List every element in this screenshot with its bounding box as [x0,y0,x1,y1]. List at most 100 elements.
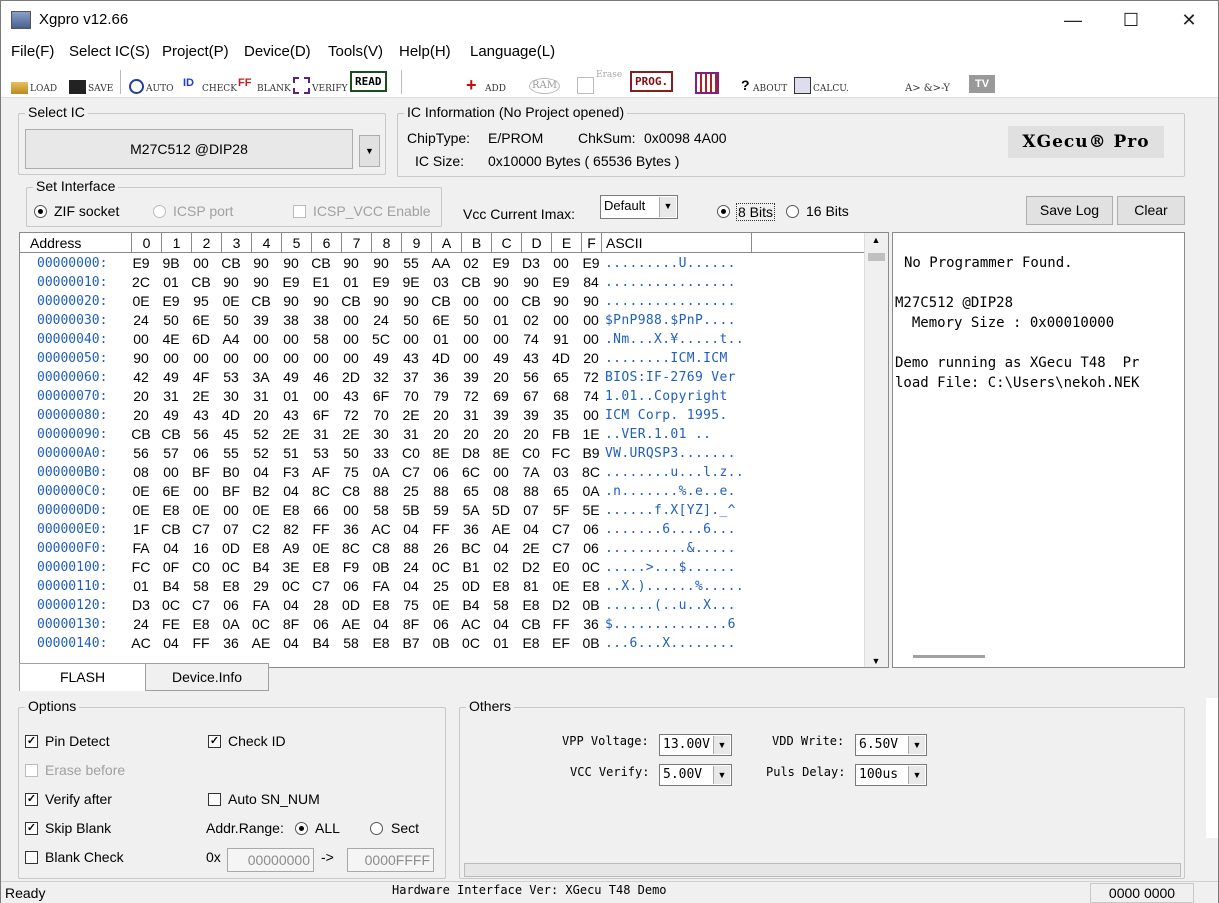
hex-byte[interactable]: 74 [579,387,603,406]
hex-byte[interactable]: FB [549,425,573,444]
hex-byte[interactable]: E8 [579,577,603,596]
addr-all-radio[interactable] [295,822,308,835]
hex-byte[interactable]: 00 [459,292,483,311]
hex-byte[interactable]: 0E [219,292,243,311]
hex-byte[interactable]: 20 [129,406,153,425]
hex-byte[interactable]: 3E [279,558,303,577]
puls-delay-select[interactable]: 100us ▼ [855,764,927,786]
hex-byte[interactable]: 00 [459,330,483,349]
hex-byte[interactable]: 37 [399,368,423,387]
hex-byte[interactable]: 57 [159,444,183,463]
hex-byte[interactable]: C0 [399,444,423,463]
hex-byte[interactable]: 01 [489,634,513,653]
hex-byte[interactable]: 8C [579,463,603,482]
hex-byte[interactable]: C7 [549,520,573,539]
tab-flash[interactable]: FLASH [19,663,146,691]
hex-byte[interactable]: 00 [489,292,513,311]
scroll-thumb[interactable] [868,253,885,261]
hex-byte[interactable]: BF [219,482,243,501]
hex-byte[interactable]: 35 [549,406,573,425]
hex-byte[interactable]: 49 [369,349,393,368]
hex-byte[interactable]: FC [549,444,573,463]
hex-byte[interactable]: 0C [459,634,483,653]
table-row[interactable]: 00000000: E9 9B 00 CB 90 90 CB 90 90 55 AA 02 E9 D3 00 E… [20,254,870,273]
hex-byte[interactable]: 53 [309,444,333,463]
hex-byte[interactable]: 00 [459,349,483,368]
hex-byte[interactable]: 04 [279,634,303,653]
hex-byte[interactable]: CB [459,273,483,292]
hex-byte[interactable]: 90 [369,292,393,311]
hex-byte[interactable]: 58 [339,634,363,653]
hex-byte[interactable]: 06 [579,539,603,558]
hex-byte[interactable]: E9 [129,254,153,273]
hex-byte[interactable]: CB [159,520,183,539]
hex-byte[interactable]: 5E [579,501,603,520]
hex-byte[interactable]: 0C [429,558,453,577]
hex-byte[interactable]: B4 [159,577,183,596]
hex-byte[interactable]: AE [339,615,363,634]
hex-byte[interactable]: A9 [279,539,303,558]
hex-byte[interactable]: 0D [219,539,243,558]
hex-byte[interactable]: 39 [459,368,483,387]
hex-byte[interactable]: 39 [489,406,513,425]
hex-byte[interactable]: 20 [489,425,513,444]
hex-byte[interactable]: 56 [129,444,153,463]
hex-byte[interactable]: 06 [189,444,213,463]
hex-byte[interactable]: C7 [549,539,573,558]
hex-byte[interactable]: 5A [459,501,483,520]
hex-byte[interactable]: 01 [279,387,303,406]
ram-button[interactable]: RAM [529,70,560,94]
hex-byte[interactable]: 01 [489,311,513,330]
hex-byte[interactable]: 36 [579,615,603,634]
hex-byte[interactable]: AA [429,254,453,273]
table-row[interactable]: 00000110: 01 B4 58 E8 29 0C C7 06 FA 04 25 0D E8 81 0E E… [20,577,870,596]
hex-byte[interactable]: 90 [219,273,243,292]
menu-help[interactable]: Help(H) [399,43,451,60]
hex-byte[interactable]: 36 [219,634,243,653]
hex-byte[interactable]: 4D [429,349,453,368]
hex-byte[interactable]: 04 [279,596,303,615]
hex-byte[interactable]: 2E [399,406,423,425]
hex-byte[interactable]: 29 [249,577,273,596]
hex-scrollbar[interactable]: ▲ ▼ [864,233,888,667]
hex-byte[interactable]: AF [309,463,333,482]
hex-byte[interactable]: 8C [339,539,363,558]
addr-to-input[interactable]: 0000FFFF [347,848,434,872]
menu-tools[interactable]: Tools(V) [328,43,383,60]
hex-byte[interactable]: 06 [219,596,243,615]
hex-byte[interactable]: 8F [279,615,303,634]
hex-byte[interactable]: 0D [459,577,483,596]
hex-byte[interactable]: 79 [429,387,453,406]
hex-byte[interactable]: 0E [189,501,213,520]
hex-byte[interactable]: 81 [519,577,543,596]
hex-byte[interactable]: C7 [309,577,333,596]
hex-byte[interactable]: 02 [519,311,543,330]
hex-byte[interactable]: 00 [129,330,153,349]
hex-byte[interactable]: 01 [339,273,363,292]
hex-byte[interactable]: 00 [309,387,333,406]
hex-byte[interactable]: 24 [399,558,423,577]
table-row[interactable]: 000000B0: 08 00 BF B0 04 F3 AF 75 0A C7 06 6C 00 7A 03 8… [20,463,870,482]
hex-byte[interactable]: FF [429,520,453,539]
hex-byte[interactable]: E8 [249,539,273,558]
hex-byte[interactable]: 00 [159,463,183,482]
hex-byte[interactable]: 50 [339,444,363,463]
hex-byte[interactable]: 07 [519,501,543,520]
hex-byte[interactable]: E8 [369,596,393,615]
hex-byte[interactable]: 91 [549,330,573,349]
hex-byte[interactable]: E8 [159,501,183,520]
hex-byte[interactable]: FA [369,577,393,596]
hex-byte[interactable]: 49 [489,349,513,368]
hex-byte[interactable]: 4D [549,349,573,368]
hex-byte[interactable]: 00 [579,406,603,425]
table-row[interactable]: 00000130: 24 FE E8 0A 0C 8F 06 AE 04 8F 06 AC 04 CB FF 3… [20,615,870,634]
hex-byte[interactable]: C7 [189,596,213,615]
hex-byte[interactable]: CB [159,425,183,444]
hex-byte[interactable]: FA [249,596,273,615]
hex-byte[interactable]: 39 [249,311,273,330]
hex-byte[interactable]: B4 [309,634,333,653]
hex-byte[interactable]: 8F [399,615,423,634]
hex-byte[interactable]: 88 [519,482,543,501]
hex-byte[interactable]: 31 [249,387,273,406]
verify-button[interactable]: VERIFY [293,70,348,94]
